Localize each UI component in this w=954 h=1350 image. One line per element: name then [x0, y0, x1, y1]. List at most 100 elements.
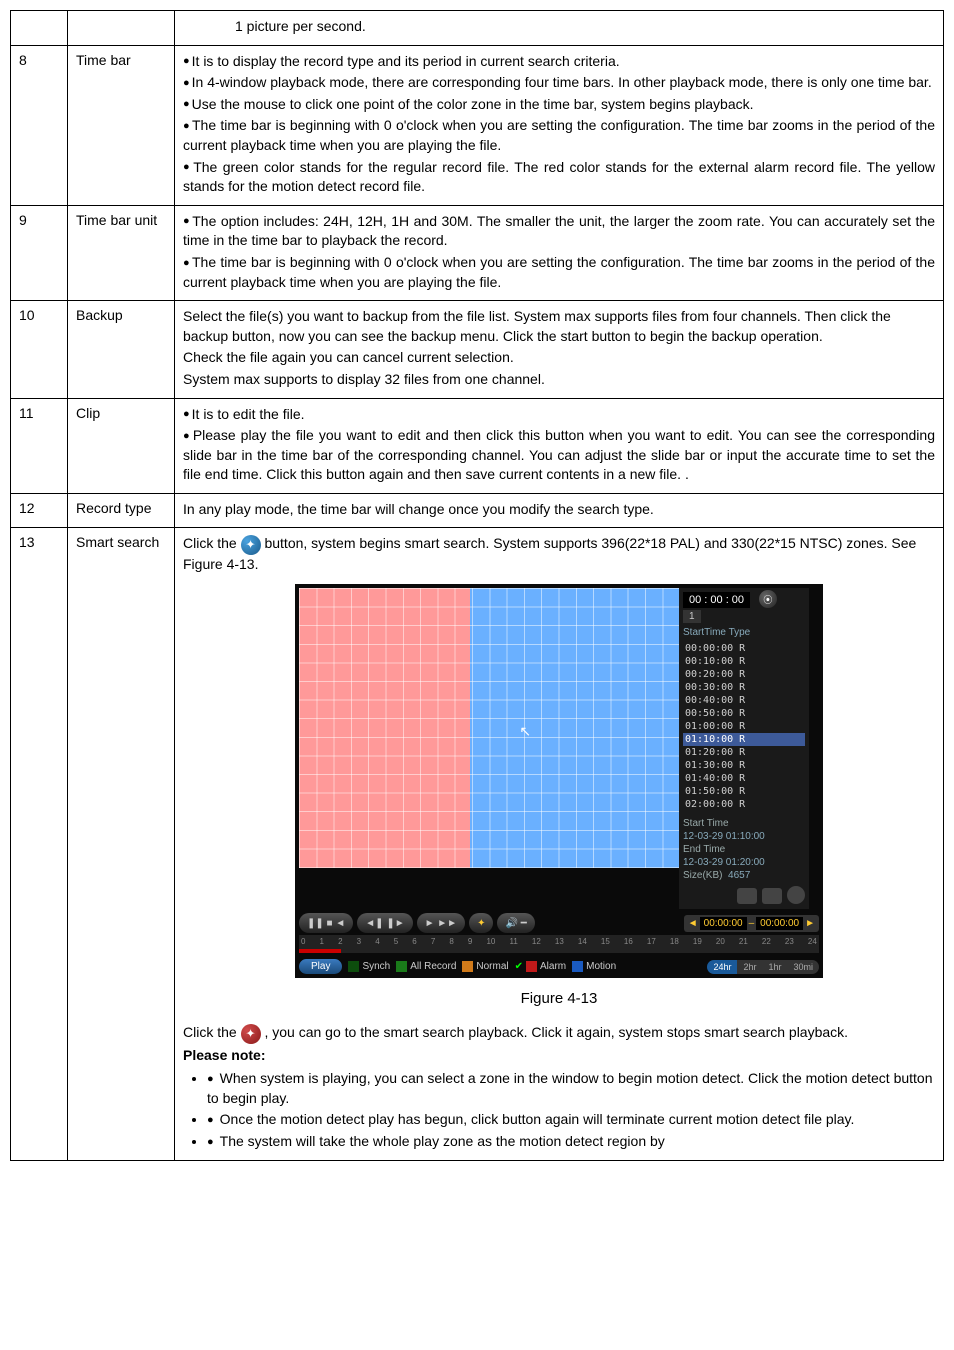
row-record-type: 12 Record type In any play mode, the tim… — [11, 493, 944, 528]
ruler-tick: 20 — [716, 937, 725, 953]
file-list-item[interactable]: 02:00:00 R — [683, 798, 805, 811]
cell-pps: 1 picture per second. — [175, 11, 944, 46]
row-smart-search: 13 Smart search Click the button, system… — [11, 528, 944, 1160]
file-list-item[interactable]: 00:50:00 R — [683, 707, 805, 720]
file-list-item[interactable]: 01:00:00 R — [683, 720, 805, 733]
back-icon[interactable] — [787, 886, 805, 904]
ruler-tick: 14 — [578, 937, 587, 953]
file-list-item[interactable]: 01:30:00 R — [683, 759, 805, 772]
progress-bar — [299, 949, 341, 953]
ruler-tick: 23 — [785, 937, 794, 953]
volume-button[interactable]: 🔊 ━ — [497, 913, 534, 933]
ruler-tick: 19 — [693, 937, 702, 953]
p: It is to display the record type and its… — [183, 52, 935, 72]
num-8: 8 — [11, 45, 68, 205]
intro-line: Click the button, system begins smart se… — [183, 534, 935, 574]
all-record-check[interactable]: All Record — [396, 961, 456, 972]
file-list-item[interactable]: 00:00:00 R — [683, 642, 805, 655]
num-10: 10 — [11, 301, 68, 398]
ruler-tick: 21 — [739, 937, 748, 953]
normal-check[interactable]: Normal — [462, 961, 508, 972]
synch-check[interactable]: Synch — [348, 961, 390, 972]
file-list-item[interactable]: 01:20:00 R — [683, 746, 805, 759]
desc-time-bar: It is to display the record type and its… — [175, 45, 944, 205]
zoom-strip[interactable]: 24hr2hr1hr30mi — [707, 960, 819, 974]
step-back-button[interactable]: ◄❚ ❚► — [357, 913, 412, 933]
label-clip: Clip — [68, 398, 175, 493]
clip-icon[interactable] — [762, 888, 782, 904]
zoom-option[interactable]: 30mi — [787, 960, 819, 974]
p: Please play the file you want to edit an… — [183, 426, 935, 485]
pause-button[interactable]: ❚❚ ■ ◄ — [299, 913, 353, 933]
motion-check[interactable]: Motion — [572, 961, 616, 972]
alarm-check[interactable]: ✔Alarm — [515, 961, 567, 972]
row-time-bar-unit: 9 Time bar unit The option includes: 24H… — [11, 205, 944, 300]
file-list-item[interactable]: 01:10:00 R — [683, 733, 805, 746]
step-fwd-button[interactable]: ► ►► — [417, 913, 465, 933]
feature-table: 1 picture per second. 8 Time bar It is t… — [10, 10, 944, 1161]
file-list-item[interactable]: 01:50:00 R — [683, 785, 805, 798]
zoom-option[interactable]: 24hr — [707, 960, 737, 974]
num-11: 11 — [11, 398, 68, 493]
p: Select the file(s) you want to backup fr… — [183, 307, 935, 346]
file-list[interactable]: 00:00:00 R00:10:00 R00:20:00 R00:30:00 R… — [683, 642, 805, 811]
ruler-tick: 5 — [394, 937, 398, 953]
p: The time bar is beginning with 0 o'clock… — [183, 253, 935, 292]
num-13: 13 — [11, 528, 68, 1160]
p: The green color stands for the regular r… — [183, 158, 935, 197]
backup-icon[interactable] — [737, 888, 757, 904]
p: In any play mode, the time bar will chan… — [183, 500, 935, 520]
file-list-item[interactable]: 00:30:00 R — [683, 681, 805, 694]
desc-clip: It is to edit the file. Please play the … — [175, 398, 944, 493]
label-backup: Backup — [68, 301, 175, 398]
row-backup: 10 Backup Select the file(s) you want to… — [11, 301, 944, 398]
ruler-tick: 9 — [468, 937, 472, 953]
file-list-item[interactable]: 00:40:00 R — [683, 694, 805, 707]
ruler-tick: 10 — [486, 937, 495, 953]
label-time-bar-unit: Time bar unit — [68, 205, 175, 300]
ruler-tick: 17 — [647, 937, 656, 953]
channel-selector[interactable]: 1 — [683, 610, 701, 623]
camera-icon[interactable]: ⦿ — [759, 590, 777, 608]
cell-blank-num — [11, 11, 68, 46]
bottom-bar: Play Synch All Record Normal ✔Alarm Moti… — [299, 959, 819, 974]
label-record-type: Record type — [68, 493, 175, 528]
p: System max supports to display 32 files … — [183, 370, 935, 390]
desc-time-bar-unit: The option includes: 24H, 12H, 1H and 30… — [175, 205, 944, 300]
ruler-tick: 11 — [509, 937, 517, 953]
please-note-label: Please note: — [183, 1046, 935, 1066]
note-2: Once the motion detect play has begun, c… — [207, 1110, 935, 1130]
file-list-panel: 00 : 00 : 00 ⦿ 1 StartTime Type 00:00:00… — [679, 588, 809, 909]
zoom-option[interactable]: 2hr — [737, 960, 762, 974]
time-ruler[interactable]: 0123456789101112131415161718192021222324 — [299, 935, 819, 953]
num-12: 12 — [11, 493, 68, 528]
start-time-label: Start Time — [683, 817, 805, 830]
p: Check the file again you can cancel curr… — [183, 348, 935, 368]
desc-record-type: In any play mode, the time bar will chan… — [175, 493, 944, 528]
smart-search-stop-icon — [241, 1024, 261, 1044]
ruler-tick: 8 — [449, 937, 453, 953]
figure-4-13: ↖ 00 : 00 : 00 ⦿ 1 StartTime Type 00:00:… — [183, 584, 935, 978]
p: It is to edit the file. — [183, 405, 935, 425]
p: The option includes: 24H, 12H, 1H and 30… — [183, 212, 935, 251]
ruler-tick: 24 — [808, 937, 817, 953]
zoom-option[interactable]: 1hr — [762, 960, 787, 974]
num-9: 9 — [11, 205, 68, 300]
ruler-tick: 4 — [375, 937, 379, 953]
click2-b: , you can go to the smart search playbac… — [264, 1024, 848, 1040]
file-list-item[interactable]: 00:10:00 R — [683, 655, 805, 668]
p: Use the mouse to click one point of the … — [183, 95, 935, 115]
dvr-playback-ui: ↖ 00 : 00 : 00 ⦿ 1 StartTime Type 00:00:… — [295, 584, 823, 978]
motion-detect-grid[interactable]: ↖ — [299, 588, 679, 868]
time-readout: ◄ 00:00:00 – 00:00:00 ► — [684, 915, 819, 932]
intro-a: Click the — [183, 535, 241, 551]
file-list-item[interactable]: 01:40:00 R — [683, 772, 805, 785]
ruler-tick: 6 — [412, 937, 416, 953]
play-button[interactable]: Play — [299, 959, 342, 974]
smart-search-button[interactable]: ✦ — [469, 913, 493, 933]
text-pps: 1 picture per second. — [235, 17, 935, 37]
row-clip: 11 Clip It is to edit the file. Please p… — [11, 398, 944, 493]
file-list-item[interactable]: 00:20:00 R — [683, 668, 805, 681]
click-line-2: Click the , you can go to the smart sear… — [183, 1023, 935, 1043]
list-header: StartTime Type — [683, 627, 805, 638]
